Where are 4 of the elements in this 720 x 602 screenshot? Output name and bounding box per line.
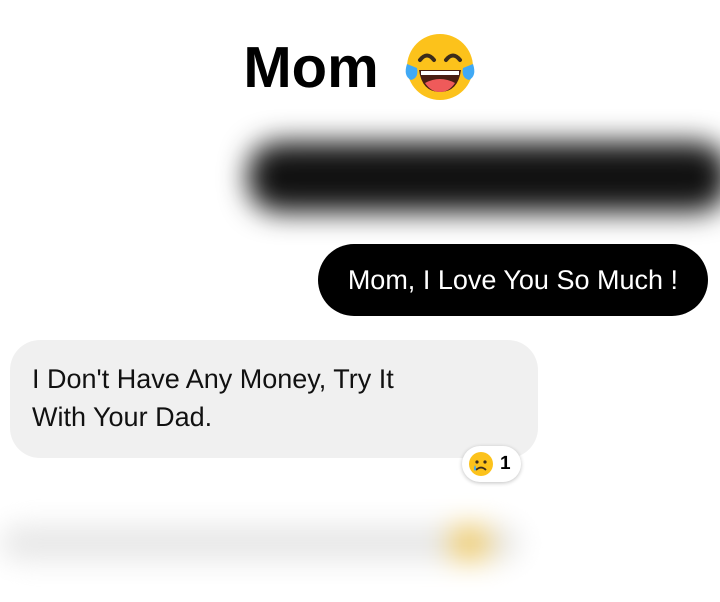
message-bubble: Mom, I Love You So Much ! — [318, 244, 708, 316]
sad-tear-emoji-icon — [468, 451, 494, 477]
reaction-badge: 1 — [462, 446, 521, 482]
chat-title: Mom — [243, 34, 379, 100]
